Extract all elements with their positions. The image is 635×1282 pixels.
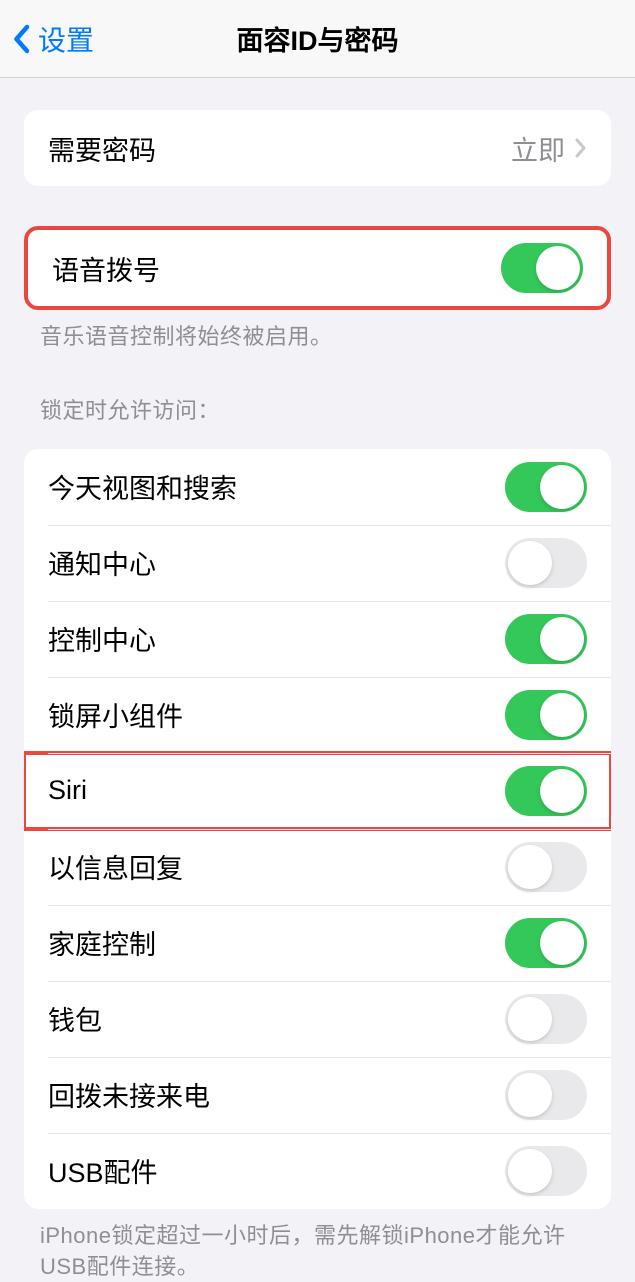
chevron-right-icon [575, 138, 587, 158]
lock-access-label: 家庭控制 [48, 923, 156, 962]
lock-access-row: 钱包 [24, 981, 611, 1057]
lock-access-row: 今天视图和搜索 [24, 449, 611, 525]
require-passcode-value: 立即 [511, 129, 587, 168]
lock-access-toggle[interactable] [505, 766, 587, 816]
toggle-knob [508, 1149, 552, 1193]
back-button[interactable]: 设置 [0, 19, 94, 59]
lock-access-toggle[interactable] [505, 538, 587, 588]
lock-access-toggle[interactable] [505, 994, 587, 1044]
lock-access-toggle[interactable] [505, 918, 587, 968]
voice-dial-toggle[interactable] [501, 243, 583, 293]
lock-access-toggle[interactable] [505, 614, 587, 664]
toggle-knob [508, 1073, 552, 1117]
lock-access-label: 回拨未接来电 [48, 1075, 210, 1114]
lock-access-toggle[interactable] [505, 1146, 587, 1196]
lock-access-row: 通知中心 [24, 525, 611, 601]
lock-access-toggle[interactable] [505, 842, 587, 892]
page-title: 面容ID与密码 [0, 19, 635, 58]
voice-dial-group: 语音拨号 [24, 226, 611, 310]
toggle-knob [508, 845, 552, 889]
lock-access-label: USB配件 [48, 1151, 158, 1190]
lock-access-row: 锁屏小组件 [24, 677, 611, 753]
lock-access-toggle[interactable] [505, 462, 587, 512]
toggle-knob [536, 246, 580, 290]
lock-access-label: 锁屏小组件 [48, 695, 183, 734]
lock-access-label: 钱包 [48, 999, 102, 1038]
lock-access-label: Siri [48, 775, 87, 806]
lock-access-row: 控制中心 [24, 601, 611, 677]
lock-access-header: 锁定时允许访问： [0, 353, 635, 437]
nav-header: 设置 面容ID与密码 [0, 0, 635, 78]
voice-dial-footer: 音乐语音控制将始终被启用。 [0, 310, 635, 353]
toggle-knob [540, 617, 584, 661]
chevron-left-icon [12, 24, 30, 54]
lock-access-toggle[interactable] [505, 1070, 587, 1120]
lock-access-label: 以信息回复 [48, 847, 183, 886]
lock-access-row: Siri [24, 753, 611, 829]
toggle-knob [508, 541, 552, 585]
lock-access-row: 家庭控制 [24, 905, 611, 981]
lock-access-row: USB配件 [24, 1133, 611, 1209]
toggle-knob [540, 921, 584, 965]
require-passcode-row[interactable]: 需要密码 立即 [24, 110, 611, 186]
lock-access-label: 通知中心 [48, 543, 156, 582]
voice-dial-label: 语音拨号 [52, 249, 160, 288]
toggle-knob [540, 465, 584, 509]
lock-access-label: 今天视图和搜索 [48, 467, 237, 506]
voice-dial-row: 语音拨号 [28, 230, 607, 306]
lock-access-footer: iPhone锁定超过一小时后，需先解锁iPhone才能允许USB配件连接。 [0, 1209, 635, 1282]
lock-access-label: 控制中心 [48, 619, 156, 658]
toggle-knob [508, 997, 552, 1041]
lock-access-row: 以信息回复 [24, 829, 611, 905]
require-passcode-group: 需要密码 立即 [24, 110, 611, 186]
back-label: 设置 [38, 19, 94, 59]
require-passcode-label: 需要密码 [48, 129, 156, 168]
lock-access-toggle[interactable] [505, 690, 587, 740]
lock-access-row: 回拨未接来电 [24, 1057, 611, 1133]
toggle-knob [540, 693, 584, 737]
toggle-knob [540, 769, 584, 813]
lock-access-group: 今天视图和搜索通知中心控制中心锁屏小组件 Siri 以信息回复家庭控制钱包回拨未接来… [24, 449, 611, 1209]
